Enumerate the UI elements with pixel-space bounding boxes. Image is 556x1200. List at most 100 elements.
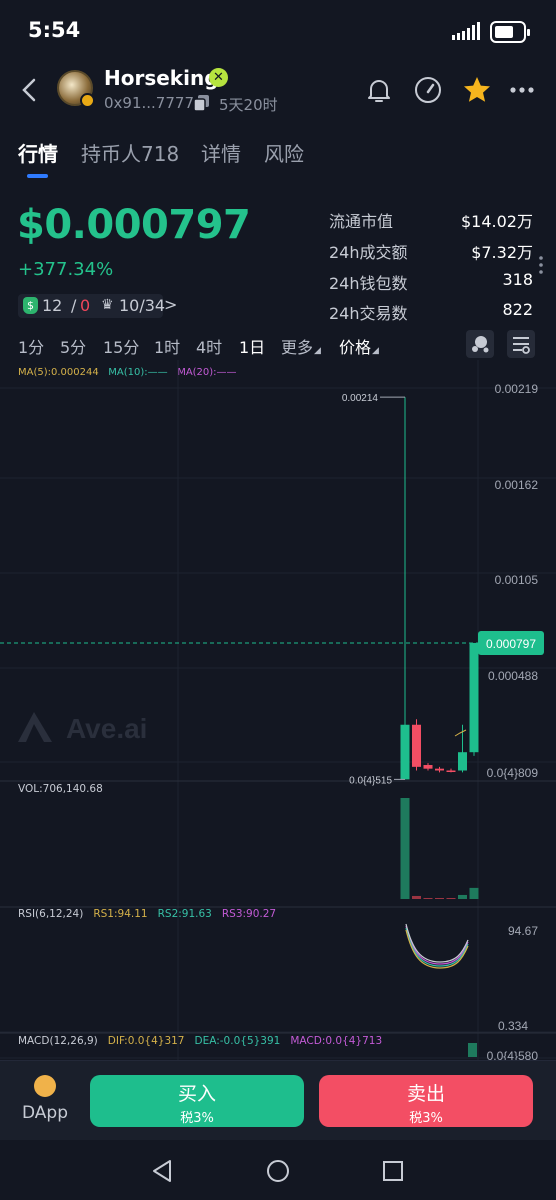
candle-body [446, 770, 456, 773]
badge-separator: / [71, 296, 77, 315]
candle-body [423, 765, 433, 769]
price-axis-label: 0.00105 [495, 573, 539, 587]
stat-label-wallets: 24h钱包数 [329, 274, 408, 293]
price-type-dropdown[interactable]: 价格◢ [339, 334, 379, 358]
price-axis-label: 0.0{4}809 [487, 766, 539, 780]
volume-bar [469, 887, 479, 899]
rsi-axis-label: 94.67 [508, 924, 538, 938]
chain-badge-icon [80, 93, 95, 108]
macd-dif: DIF:0.0{4}317 [107, 1035, 185, 1047]
macd-dea: DEA:-0.0{5}391 [194, 1035, 281, 1047]
price-axis-label: 0.00219 [495, 382, 539, 396]
indicator-icon [472, 336, 489, 353]
rsi-axis-label: 0.334 [498, 1019, 528, 1033]
volume-bars [400, 798, 479, 899]
buy-tax: 税3% [180, 1111, 214, 1126]
crown-icon: ♛ [101, 297, 114, 313]
tab-bar: 行情 持币人718 详情 风险 [0, 130, 556, 180]
candle-body [435, 768, 444, 771]
rsi3-line [405, 925, 469, 965]
buy-button[interactable]: 买入 税3% [90, 1075, 304, 1127]
volume-bar [423, 897, 433, 899]
interval-5m[interactable]: 5分 [60, 334, 86, 358]
interval-more-dropdown[interactable]: 更多◢ [281, 334, 321, 358]
watermark-logo-icon [18, 712, 52, 742]
token-header: Horseking ✕ 0x91...7777 5天20时 [0, 62, 556, 122]
dapp-icon[interactable] [34, 1075, 56, 1097]
current-price: $0.000797 [17, 202, 251, 248]
active-tab-indicator [27, 174, 48, 178]
gauge-icon[interactable] [412, 74, 444, 106]
price-axis-label: 0.000488 [488, 669, 538, 683]
indicator-tool-button[interactable] [466, 330, 494, 358]
back-arrow-icon[interactable] [14, 74, 46, 106]
interval-15m[interactable]: 15分 [103, 334, 139, 358]
price-change: +377.34% [18, 259, 114, 280]
status-time: 5:54 [28, 18, 81, 42]
price-type-label: 价格 [339, 338, 372, 357]
macd-axis-label: 0.0{4}580 [487, 1049, 539, 1060]
ma5-line [454, 729, 467, 737]
stat-label-volume: 24h成交额 [329, 243, 408, 262]
stat-value-mcap: $14.02万 [461, 212, 533, 231]
battery-icon [490, 21, 530, 43]
interval-1d[interactable]: 1日 [239, 334, 265, 358]
macd-value: MACD:0.0{4}713 [290, 1035, 383, 1047]
sell-button[interactable]: 卖出 税3% [319, 1075, 533, 1127]
system-nav-bar [0, 1140, 556, 1200]
rsi-params: RSI(6,12,24) [18, 908, 84, 920]
star-icon[interactable] [461, 74, 493, 106]
tab-market[interactable]: 行情 [18, 138, 58, 167]
rsi3-value: RS3:90.27 [221, 908, 277, 920]
stat-value-volume: $7.32万 [471, 243, 533, 262]
verified-icon: ✕ [209, 68, 228, 87]
interval-4h[interactable]: 4时 [196, 334, 222, 358]
chart-settings-button[interactable] [507, 330, 535, 358]
dropdown-triangle-icon: ◢ [372, 346, 379, 356]
rsi-legend: RSI(6,12,24) RS1:94.11 RS2:91.63 RS3:90.… [18, 908, 276, 920]
money-bag-icon: $ [23, 297, 38, 314]
volume-bar [458, 894, 467, 899]
price-chart[interactable]: Ave.ai 0.00219 0.00162 0.00105 0.000488 0.0{… [0, 360, 556, 1060]
buyers-count: 12 [42, 296, 63, 315]
action-bar: DApp 买入 税3% 卖出 税3% [0, 1060, 556, 1140]
dropdown-triangle-icon: ◢ [314, 346, 321, 356]
interval-1h[interactable]: 1时 [154, 334, 180, 358]
trade-badges[interactable]: $ 12 / 0 ♛ 10/34 > [18, 294, 177, 318]
nav-home-icon[interactable] [266, 1159, 290, 1183]
stat-label-mcap: 流通市值 [329, 212, 394, 231]
volume-bar [435, 898, 444, 899]
rsi-base-line [405, 923, 469, 963]
tab-details[interactable]: 详情 [201, 138, 241, 167]
sellers-count: 0 [80, 296, 91, 315]
sell-tax: 税3% [409, 1111, 443, 1126]
more-icon[interactable] [507, 74, 539, 106]
high-price-label: 0.00214 [342, 393, 379, 404]
interval-1m[interactable]: 1分 [18, 334, 44, 358]
macd-bar [468, 1043, 477, 1057]
stat-value-trades: 822 [502, 300, 533, 319]
bell-icon[interactable] [363, 74, 395, 106]
tab-risk[interactable]: 风险 [264, 138, 304, 167]
rsi2-value: RS2:91.63 [157, 908, 212, 920]
nav-recents-icon[interactable] [382, 1160, 404, 1182]
volume-bar [446, 898, 456, 899]
macd-legend: MACD(12,26,9) DIF:0.0{4}317 DEA:-0.0{5}3… [18, 1035, 382, 1047]
volume-bar [400, 798, 410, 899]
rsi2-line [405, 927, 469, 967]
candle-body [400, 724, 410, 780]
copy-icon[interactable] [193, 94, 210, 112]
stat-value-wallets: 318 [502, 270, 533, 289]
rsi-lines: 94.67 0.334 0.0{4}580 [405, 923, 539, 1060]
dapp-label[interactable]: DApp [22, 1103, 68, 1123]
candle-body [458, 752, 467, 771]
rsi1-value: RS1:94.11 [93, 908, 148, 920]
nav-back-icon[interactable] [150, 1159, 174, 1183]
token-age: 5天20时 [219, 96, 278, 114]
tab-holders[interactable]: 持币人718 [81, 138, 179, 167]
interval-more-label: 更多 [281, 338, 314, 357]
vertical-dots-icon[interactable] [538, 255, 544, 275]
candle-body [469, 642, 479, 753]
buy-label: 买入 [177, 1083, 216, 1105]
price-axis-label: 0.00162 [495, 478, 539, 492]
